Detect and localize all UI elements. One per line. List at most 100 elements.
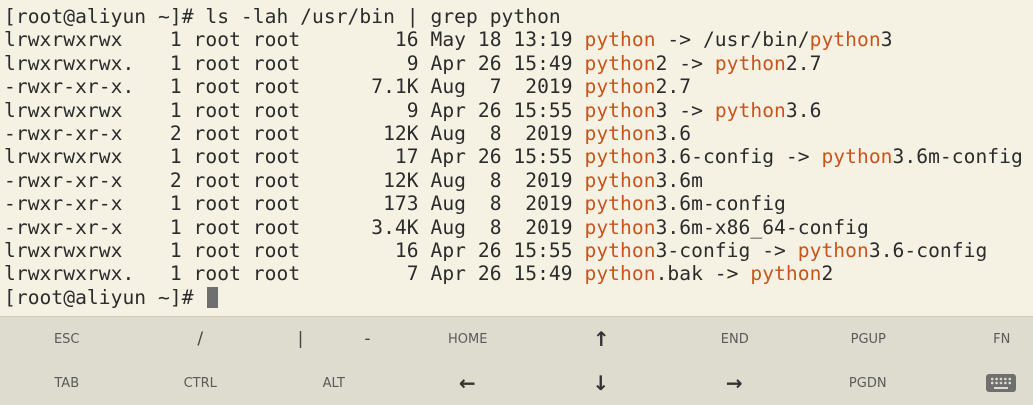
grep-match: python bbox=[809, 28, 881, 52]
file-meta: -rwxr-xr-x 1 root root 3.4K Aug 8 2019 bbox=[4, 215, 585, 239]
file-name-part: 2.7 bbox=[785, 51, 822, 75]
extra-keys-bar: ESC / | - HOME ↑ END PGUP FN TAB CTRL ALT ← ↓ → PGDN bbox=[0, 316, 1033, 405]
file-name-part: 3.6-config -> bbox=[655, 145, 822, 169]
esc-key-label: ESC bbox=[53, 331, 80, 347]
grep-match: python bbox=[584, 51, 656, 75]
grep-match: python bbox=[584, 215, 656, 239]
down-arrow-key-label: ↓ bbox=[592, 371, 610, 395]
command-text: ls -lah /usr/bin | grep python bbox=[205, 5, 561, 28]
command-line: [root@aliyun ~]# ls -lah /usr/bin | grep… bbox=[4, 5, 1033, 28]
terminal-output[interactable]: [root@aliyun ~]# ls -lah /usr/bin | grep… bbox=[0, 0, 1033, 316]
text-cursor bbox=[207, 286, 219, 308]
file-name-part: 3.6m-x86_64-config bbox=[655, 215, 869, 239]
keyboard-icon bbox=[986, 374, 1017, 392]
listing-line: -rwxr-xr-x 2 root root 12K Aug 8 2019 py… bbox=[4, 169, 1033, 192]
up-arrow-key-label: ↑ bbox=[592, 327, 610, 351]
pgdn-key-label: PGDN bbox=[848, 375, 887, 391]
grep-match: python bbox=[797, 238, 869, 262]
listing-line: lrwxrwxrwx. 1 root root 9 Apr 26 15:49 p… bbox=[4, 52, 1033, 75]
right-arrow-key[interactable]: → bbox=[668, 361, 802, 405]
file-name-part: 3.6m-config bbox=[892, 145, 1023, 169]
tab-key[interactable]: TAB bbox=[0, 361, 134, 405]
pgup-key[interactable]: PGUP bbox=[802, 317, 936, 361]
listing-line: lrwxrwxrwx. 1 root root 7 Apr 26 15:49 p… bbox=[4, 262, 1033, 285]
extra-keys-row-2: TAB CTRL ALT ← ↓ → PGDN bbox=[0, 361, 1033, 405]
file-name-part: 3.6 bbox=[655, 121, 692, 145]
file-meta: lrwxrwxrwx 1 root root 16 May 18 13:19 bbox=[4, 28, 585, 52]
listing-line: -rwxr-xr-x 1 root root 3.4K Aug 8 2019 p… bbox=[4, 216, 1033, 239]
listing-line: lrwxrwxrwx 1 root root 16 Apr 26 15:55 p… bbox=[4, 239, 1033, 262]
pipe-key-label: | bbox=[297, 329, 304, 349]
listing-line: lrwxrwxrwx 1 root root 9 Apr 26 15:55 py… bbox=[4, 99, 1033, 122]
fn-key[interactable]: FN bbox=[935, 317, 1033, 361]
grep-match: python bbox=[584, 75, 656, 99]
up-arrow-key[interactable]: ↑ bbox=[535, 317, 669, 361]
file-name-part: 2 -> bbox=[655, 51, 715, 75]
file-name-part: 3.6m bbox=[655, 168, 703, 192]
esc-key[interactable]: ESC bbox=[0, 317, 134, 361]
file-meta: -rwxr-xr-x 2 root root 12K Aug 8 2019 bbox=[4, 121, 585, 145]
grep-match: python bbox=[584, 28, 656, 52]
grep-match: python bbox=[714, 51, 786, 75]
file-meta: -rwxr-xr-x 2 root root 12K Aug 8 2019 bbox=[4, 168, 585, 192]
grep-match: python bbox=[821, 145, 893, 169]
grep-match: python bbox=[584, 238, 656, 262]
tab-key-label: TAB bbox=[54, 375, 80, 391]
grep-match: python bbox=[584, 121, 656, 145]
alt-key[interactable]: ALT bbox=[267, 361, 401, 405]
listing-line: -rwxr-xr-x 1 root root 173 Aug 8 2019 py… bbox=[4, 192, 1033, 215]
home-key[interactable]: HOME bbox=[401, 317, 535, 361]
slash-key-label: / bbox=[197, 329, 204, 349]
file-meta: lrwxrwxrwx. 1 root root 9 Apr 26 15:49 bbox=[4, 51, 585, 75]
listing: lrwxrwxrwx 1 root root 16 May 18 13:19 p… bbox=[4, 28, 1033, 285]
grep-match: python bbox=[584, 98, 656, 122]
file-meta: -rwxr-xr-x 1 root root 173 Aug 8 2019 bbox=[4, 192, 585, 216]
left-arrow-key-label: ← bbox=[458, 371, 476, 395]
dash-key[interactable]: - bbox=[334, 317, 401, 361]
file-meta: lrwxrwxrwx 1 root root 9 Apr 26 15:55 bbox=[4, 98, 585, 122]
keyboard-toggle-button[interactable] bbox=[935, 361, 1033, 405]
prompt: [root@aliyun ~]# bbox=[4, 5, 206, 28]
listing-line: lrwxrwxrwx 1 root root 17 Apr 26 15:55 p… bbox=[4, 145, 1033, 168]
file-name-part: 3 bbox=[880, 28, 893, 52]
end-key-label: END bbox=[720, 331, 749, 347]
ctrl-key-label: CTRL bbox=[183, 375, 217, 391]
ctrl-key[interactable]: CTRL bbox=[134, 361, 268, 405]
prompt: [root@aliyun ~]# bbox=[4, 285, 206, 309]
grep-match: python bbox=[584, 168, 656, 192]
file-name-part: 3.6-config bbox=[868, 238, 988, 262]
file-name-part: 3-config -> bbox=[655, 238, 798, 262]
listing-line: -rwxr-xr-x. 1 root root 7.1K Aug 7 2019 … bbox=[4, 75, 1033, 98]
file-meta: lrwxrwxrwx 1 root root 16 Apr 26 15:55 bbox=[4, 238, 585, 262]
down-arrow-key[interactable]: ↓ bbox=[534, 361, 668, 405]
alt-key-label: ALT bbox=[322, 375, 345, 391]
right-arrow-key-label: → bbox=[725, 371, 743, 395]
home-key-label: HOME bbox=[448, 331, 488, 347]
fn-key-label: FN bbox=[993, 331, 1011, 347]
file-name-part: 3.6 bbox=[785, 98, 822, 122]
end-key[interactable]: END bbox=[668, 317, 802, 361]
grep-match: python bbox=[584, 262, 656, 286]
file-name-part: .bak -> bbox=[655, 262, 751, 286]
listing-line: lrwxrwxrwx 1 root root 16 May 18 13:19 p… bbox=[4, 28, 1033, 51]
pipe-key[interactable]: | bbox=[267, 317, 334, 361]
grep-match: python bbox=[584, 145, 656, 169]
final-prompt-line[interactable]: [root@aliyun ~]# bbox=[4, 286, 1033, 309]
slash-key[interactable]: / bbox=[134, 317, 268, 361]
left-arrow-key[interactable]: ← bbox=[401, 361, 535, 405]
listing-line: -rwxr-xr-x 2 root root 12K Aug 8 2019 py… bbox=[4, 122, 1033, 145]
file-name-part: 3.6m-config bbox=[655, 192, 786, 216]
file-name-part: 2 bbox=[821, 262, 834, 286]
file-name-part: -> /usr/bin/ bbox=[655, 28, 810, 52]
file-meta: -rwxr-xr-x. 1 root root 7.1K Aug 7 2019 bbox=[4, 75, 585, 99]
grep-match: python bbox=[584, 192, 656, 216]
file-meta: lrwxrwxrwx 1 root root 17 Apr 26 15:55 bbox=[4, 145, 585, 169]
grep-match: python bbox=[714, 98, 786, 122]
extra-keys-row-1: ESC / | - HOME ↑ END PGUP FN bbox=[0, 317, 1033, 361]
file-meta: lrwxrwxrwx. 1 root root 7 Apr 26 15:49 bbox=[4, 262, 585, 286]
pgup-key-label: PGUP bbox=[850, 331, 886, 347]
file-name-part: 2.7 bbox=[655, 75, 692, 99]
grep-match: python bbox=[750, 262, 822, 286]
pgdn-key[interactable]: PGDN bbox=[801, 361, 935, 405]
dash-key-label: - bbox=[364, 329, 371, 349]
